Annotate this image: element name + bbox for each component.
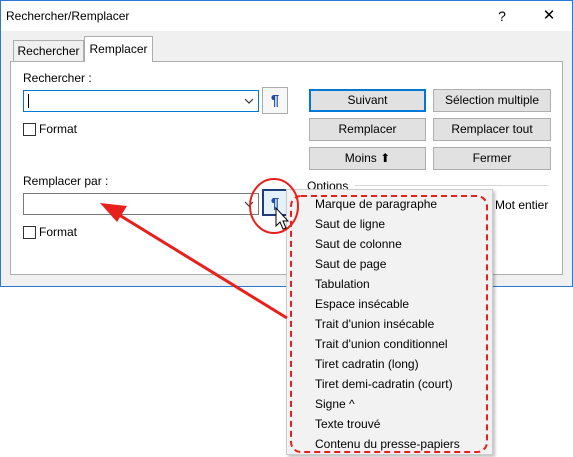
tab-remplacer[interactable]: Remplacer — [84, 36, 153, 62]
menu-item-tab[interactable]: Tabulation — [315, 275, 370, 293]
menu-item-en-dash[interactable]: Tiret demi-cadratin (court) — [315, 375, 453, 393]
less-button[interactable]: Moins ⬆ — [309, 147, 426, 170]
help-button[interactable]: ? — [479, 1, 525, 31]
whole-word-option-label[interactable]: Mot entier — [495, 198, 548, 212]
menu-item-line-break[interactable]: Saut de ligne — [315, 215, 385, 233]
replace-input[interactable] — [23, 193, 259, 215]
chevron-down-icon[interactable] — [242, 198, 256, 210]
next-button[interactable]: Suivant — [309, 89, 426, 112]
search-format-label: Format — [39, 122, 78, 136]
menu-item-column-break[interactable]: Saut de colonne — [315, 235, 402, 253]
menu-item-caret-sign[interactable]: Signe ^ — [315, 395, 355, 413]
replace-label: Remplacer par : — [23, 174, 109, 188]
title-bar: Rechercher/Remplacer ? ✕ — [1, 1, 572, 31]
menu-item-page-break[interactable]: Saut de page — [315, 255, 386, 273]
menu-item-em-dash[interactable]: Tiret cadratin (long) — [315, 355, 419, 373]
menu-item-nonbreaking-space[interactable]: Espace insécable — [315, 295, 409, 313]
replace-format-label: Format — [39, 225, 78, 239]
search-label: Rechercher : — [23, 71, 92, 85]
tab-rechercher[interactable]: Rechercher — [13, 40, 84, 62]
replace-format-checkbox[interactable]: Format — [23, 225, 77, 239]
window-title: Rechercher/Remplacer — [6, 9, 130, 23]
search-special-chars-button[interactable]: ¶ — [262, 87, 288, 114]
close-icon[interactable]: ✕ — [526, 1, 572, 31]
menu-item-found-text[interactable]: Texte trouvé — [315, 415, 380, 433]
text-caret — [28, 94, 29, 108]
options-divider — [355, 185, 548, 186]
chevron-down-icon[interactable] — [242, 95, 256, 107]
menu-item-paragraph-mark[interactable]: Marque de paragraphe — [315, 195, 437, 213]
checkbox-box[interactable] — [23, 122, 36, 136]
menu-item-clipboard-content[interactable]: Contenu du presse-papiers — [315, 435, 460, 453]
search-input[interactable] — [23, 90, 259, 112]
menu-item-optional-hyphen[interactable]: Trait d'union conditionnel — [315, 335, 448, 353]
menu-item-nonbreaking-hyphen[interactable]: Trait d'union insécable — [315, 315, 434, 333]
checkbox-box[interactable] — [23, 225, 36, 239]
replace-all-button[interactable]: Remplacer tout — [433, 118, 551, 141]
close-button[interactable]: Fermer — [433, 147, 551, 170]
replace-special-chars-button[interactable]: ¶ — [262, 189, 288, 216]
multi-select-button[interactable]: Sélection multiple — [433, 89, 551, 112]
search-format-checkbox[interactable]: Format — [23, 122, 77, 136]
replace-button[interactable]: Remplacer — [309, 118, 426, 141]
special-chars-menu: Marque de paragraphe Saut de ligne Saut … — [286, 189, 493, 455]
